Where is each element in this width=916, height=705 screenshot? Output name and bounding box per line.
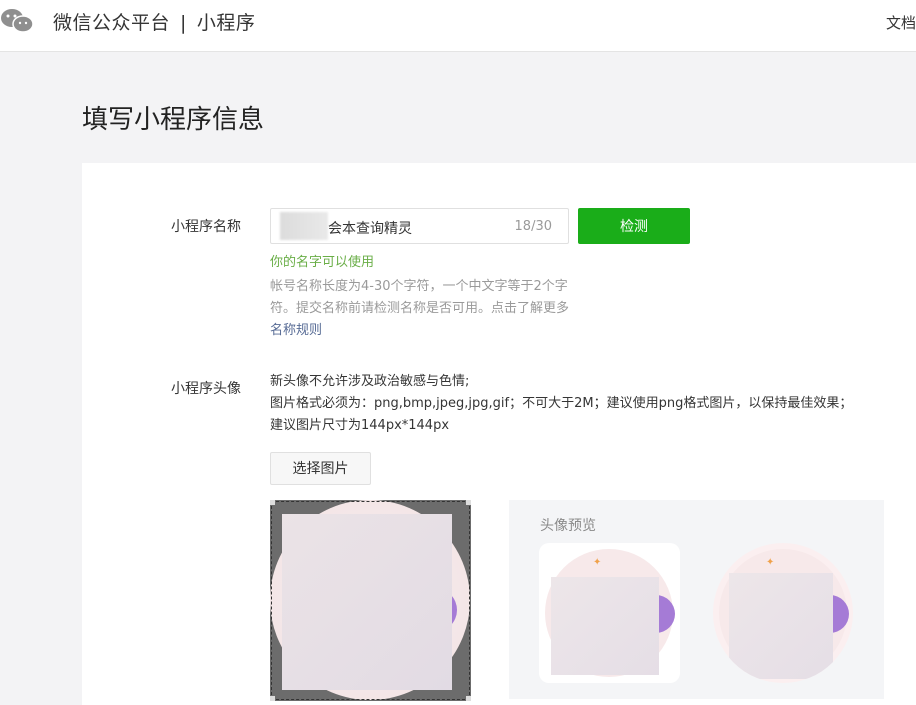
check-name-button[interactable]: 检测 <box>578 208 690 244</box>
avatar-preview-circle: ✦ <box>713 543 853 683</box>
preview-redacted-area <box>551 577 659 675</box>
avatar-note-2: 图片格式必须为：png,bmp,jpeg,jpg,gif；不可大于2M；建议使用… <box>270 396 853 411</box>
name-char-counter: 18/30 <box>514 219 552 234</box>
avatar-crop-area[interactable] <box>270 500 471 701</box>
crop-handle-bottom-left[interactable] <box>270 696 275 701</box>
name-field-label: 小程序名称 <box>171 219 241 235</box>
name-input[interactable]: 会本查询精灵 18/30 <box>270 208 569 244</box>
select-image-button[interactable]: 选择图片 <box>270 452 371 485</box>
brand-name: 微信公众平台 <box>53 12 171 34</box>
preview-redacted-area <box>729 573 833 679</box>
avatar-note-1: 新头像不允许涉及政治敏感与色情; <box>270 374 470 389</box>
page-title: 填写小程序信息 <box>82 105 265 135</box>
avatar-note-3: 建议图片尺寸为144px*144px <box>270 418 450 433</box>
brand-separator: | <box>180 12 187 34</box>
avatar-requirements: 新头像不允许涉及政治敏感与色情; 图片格式必须为：png,bmp,jpeg,jp… <box>270 371 852 437</box>
name-rules-link[interactable]: 名称规则 <box>270 323 322 338</box>
avatar-preview-square: ✦ <box>539 543 680 683</box>
redacted-text <box>280 212 328 240</box>
avatar-field-label: 小程序头像 <box>171 381 241 397</box>
crop-handle-top-left[interactable] <box>270 500 275 505</box>
brand-section: 小程序 <box>196 12 256 34</box>
brand-title[interactable]: 微信公众平台 | 小程序 <box>53 8 255 35</box>
crop-handle-bottom-right[interactable] <box>466 696 471 701</box>
star-icon: ✦ <box>593 557 602 568</box>
star-icon: ✦ <box>766 557 775 568</box>
crop-frame[interactable] <box>271 501 470 700</box>
avatar-preview-title: 头像预览 <box>540 518 596 534</box>
avatar-preview-panel: 头像预览 ✦ ✦ <box>509 500 884 699</box>
wechat-logo-icon[interactable] <box>0 8 34 34</box>
top-bar: 微信公众平台 | 小程序 文档 <box>0 0 916 52</box>
name-input-value: 会本查询精灵 <box>328 221 412 237</box>
name-success-message: 你的名字可以使用 <box>270 255 375 270</box>
docs-link[interactable]: 文档 <box>886 12 916 33</box>
name-hint: 帐号名称长度为4-30个字符，一个中文字等于2个字符。提交名称前请检测名称是否可… <box>270 276 570 342</box>
name-hint-text: 帐号名称长度为4-30个字符，一个中文字等于2个字符。提交名称前请检测名称是否可… <box>270 279 570 316</box>
crop-handle-top-right[interactable] <box>466 500 471 505</box>
